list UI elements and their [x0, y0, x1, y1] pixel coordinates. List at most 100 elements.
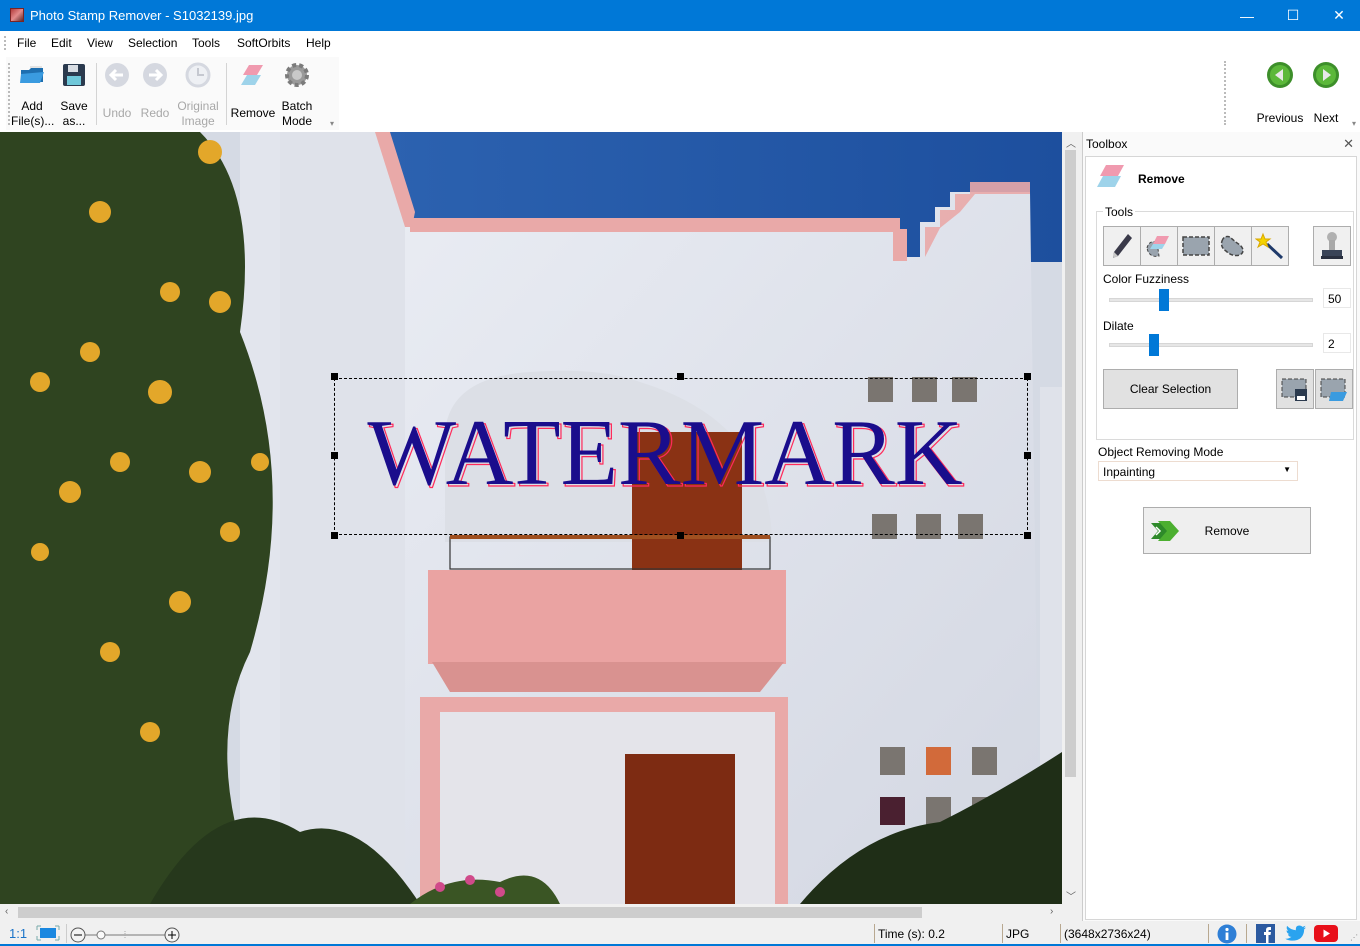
menu-selection[interactable]: Selection — [128, 36, 177, 50]
menu-edit[interactable]: Edit — [51, 36, 72, 50]
zoom-slider[interactable] — [70, 925, 182, 943]
batch-mode-button[interactable]: Batch Mode — [278, 61, 316, 129]
dilate-slider[interactable] — [1109, 334, 1313, 356]
toolbar-separator — [226, 63, 227, 125]
horizontal-scroll-thumb[interactable] — [18, 907, 922, 918]
main-toolstrip: Add File(s)... Save as... Undo Redo Orig… — [6, 57, 339, 130]
selection-handle[interactable] — [331, 532, 338, 539]
navstrip-grip — [1224, 61, 1226, 125]
next-label: Next — [1313, 111, 1339, 125]
pencil-icon — [1113, 234, 1132, 258]
menu-help[interactable]: Help — [306, 36, 331, 50]
selection-handle[interactable] — [1024, 532, 1031, 539]
save-selection-icon — [1281, 378, 1307, 401]
twitter-icon[interactable] — [1285, 925, 1307, 943]
add-files-button[interactable]: Add File(s)... — [11, 61, 55, 129]
stamp-tool-button[interactable] — [1313, 226, 1351, 266]
selection-handle[interactable] — [677, 532, 684, 539]
save-selection-button[interactable] — [1276, 369, 1314, 409]
toolbar-separator — [96, 63, 97, 125]
menu-view[interactable]: View — [87, 36, 113, 50]
clear-selection-button[interactable]: Clear Selection — [1103, 369, 1238, 409]
toolbar-overflow-icon[interactable]: ▾ — [330, 119, 334, 128]
eraser-selection-tool-button[interactable] — [1140, 226, 1178, 266]
navstrip-overflow-icon[interactable]: ▾ — [1352, 119, 1356, 128]
scroll-left-icon[interactable]: ‹ — [5, 906, 8, 917]
color-fuzziness-slider[interactable] — [1109, 289, 1313, 311]
remove-toolbar-label: Remove — [230, 106, 276, 120]
status-separator — [874, 924, 875, 943]
processing-time: Time (s): 0.2 — [878, 927, 945, 941]
green-right-arrow-icon — [1313, 62, 1339, 88]
magic-wand-tool-button[interactable] — [1251, 226, 1289, 266]
vertical-scrollbar[interactable]: ︿ ﹀ — [1062, 132, 1079, 904]
menu-tools[interactable]: Tools — [192, 36, 220, 50]
eraser-lasso-icon — [1146, 236, 1169, 257]
dilate-label: Dilate — [1103, 319, 1134, 333]
save-as-label-2: as... — [62, 114, 86, 128]
dilate-input[interactable]: 2 — [1323, 333, 1351, 353]
floppy-disk-icon — [63, 64, 85, 86]
image-canvas[interactable]: WATERMARK WATERMARK — [0, 132, 1062, 904]
minimize-button[interactable]: — — [1224, 0, 1270, 31]
stamp-icon — [1321, 232, 1343, 259]
toolbox-header: Toolbox — [1086, 137, 1128, 151]
selection-handle[interactable] — [331, 373, 338, 380]
selection-handle[interactable] — [677, 373, 684, 380]
fit-to-window-icon[interactable] — [35, 925, 61, 941]
dilate-slider-thumb[interactable] — [1149, 334, 1159, 356]
pencil-tool-button[interactable] — [1103, 226, 1141, 266]
zoom-1to1-button[interactable]: 1:1 — [9, 926, 27, 941]
youtube-icon[interactable] — [1314, 924, 1338, 943]
scroll-down-icon[interactable]: ﹀ — [1066, 888, 1076, 903]
toolbox-panel: Toolbox ✕ Remove Tools Color Fuzziness 5… — [1082, 132, 1360, 922]
status-bar: 1:1 Time (s): 0.2 JPG (3648x2736x24) ⋰ — [0, 921, 1360, 946]
selection-handle[interactable] — [1024, 373, 1031, 380]
image-dimensions: (3648x2736x24) — [1064, 927, 1151, 941]
selection-handle[interactable] — [1024, 452, 1031, 459]
object-removing-mode-label: Object Removing Mode — [1098, 445, 1224, 459]
toolbox-close-icon[interactable]: ✕ — [1343, 136, 1354, 152]
maximize-button[interactable]: ☐ — [1270, 0, 1316, 31]
menu-bar: File Edit View Selection Tools SoftOrbit… — [0, 31, 1360, 55]
gear-icon — [285, 63, 309, 87]
color-fuzziness-slider-thumb[interactable] — [1159, 289, 1169, 311]
undo-button[interactable]: Undo — [100, 61, 134, 121]
previous-button[interactable]: Previous — [1252, 61, 1308, 126]
remove-button-label: Remove — [1204, 523, 1250, 538]
previous-label: Previous — [1256, 111, 1304, 125]
zoom-slider-thumb[interactable] — [96, 930, 106, 940]
menu-file[interactable]: File — [17, 36, 36, 50]
selection-rectangle[interactable] — [334, 378, 1028, 535]
original-image-label-1: Original — [177, 99, 219, 113]
tools-group: Tools Color Fuzziness 50 Dilate 2 Clear … — [1096, 205, 1354, 440]
horizontal-scrollbar[interactable]: ‹ › — [0, 904, 1062, 921]
color-fuzziness-input[interactable]: 50 — [1323, 288, 1351, 308]
toolstrip-grip — [8, 63, 10, 125]
redo-button[interactable]: Redo — [138, 61, 172, 121]
remove-toolbar-button[interactable]: Remove — [230, 61, 276, 121]
add-files-label-2: File(s)... — [11, 114, 55, 128]
save-as-button[interactable]: Save as... — [56, 61, 92, 129]
add-files-label-1: Add — [21, 99, 43, 113]
menu-softorbits[interactable]: SoftOrbits — [237, 36, 290, 50]
magic-wand-icon — [1255, 232, 1284, 260]
lasso-tool-button[interactable] — [1214, 226, 1252, 266]
selection-handle[interactable] — [331, 452, 338, 459]
rectangle-selection-tool-button[interactable] — [1177, 226, 1215, 266]
scroll-right-icon[interactable]: › — [1050, 906, 1053, 917]
close-button[interactable]: ✕ — [1316, 0, 1360, 31]
dashed-lasso-icon — [1220, 235, 1244, 257]
remove-button[interactable]: Remove — [1143, 507, 1311, 554]
original-image-button[interactable]: Original Image — [174, 61, 222, 129]
info-icon[interactable] — [1217, 924, 1237, 944]
facebook-icon[interactable] — [1256, 924, 1275, 943]
next-button[interactable]: Next — [1310, 61, 1342, 126]
load-selection-button[interactable] — [1315, 369, 1353, 409]
original-image-label-2: Image — [181, 114, 215, 128]
vertical-scroll-thumb[interactable] — [1065, 150, 1076, 777]
object-removing-mode-dropdown[interactable]: Inpainting ▼ — [1098, 461, 1298, 481]
status-separator — [1002, 924, 1003, 943]
image-format: JPG — [1006, 927, 1030, 941]
scroll-up-icon[interactable]: ︿ — [1066, 135, 1076, 150]
